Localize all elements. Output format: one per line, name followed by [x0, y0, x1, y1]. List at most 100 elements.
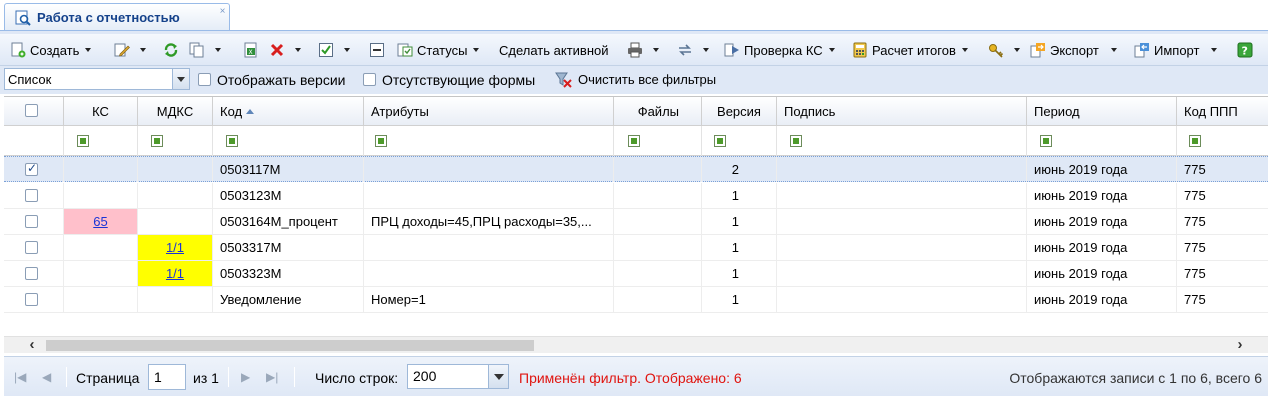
table-row[interactable]: 1/1 0503317М 1 июнь 2019 года 775 [4, 235, 1268, 261]
check-ks-button[interactable]: Проверка КС [724, 40, 835, 60]
help-button[interactable]: ? [1237, 40, 1257, 60]
cell-attributes [364, 235, 614, 260]
table-row[interactable]: 0503123М 1 июнь 2019 года 775 [4, 183, 1268, 209]
export-button[interactable]: Экспорт [1030, 40, 1117, 60]
select-all-checkbox[interactable] [25, 104, 38, 117]
column-header-period[interactable]: Период [1027, 97, 1177, 126]
row-select-cell[interactable] [4, 235, 64, 260]
mdks-link[interactable]: 1/1 [166, 266, 184, 281]
make-active-button[interactable]: Сделать активной [499, 40, 609, 60]
delete-button[interactable] [269, 40, 301, 60]
column-header-attributes[interactable]: Атрибуты [364, 97, 614, 126]
page-label: Страница [76, 370, 140, 386]
tab-reports[interactable]: Работа с отчетностью × [4, 3, 230, 31]
last-page-icon[interactable]: ▶| [266, 370, 280, 384]
select-all-header[interactable] [4, 97, 64, 126]
ks-error-link[interactable]: 65 [93, 214, 107, 229]
cell-mdks: 1/1 [138, 235, 213, 260]
rows-per-page-value: 200 [413, 368, 437, 384]
print-button[interactable] [627, 40, 659, 60]
table-row[interactable]: 1/1 0503323М 1 июнь 2019 года 775 [4, 261, 1268, 287]
import-button[interactable]: Импорт [1134, 40, 1218, 60]
row-checkbox[interactable] [25, 161, 38, 176]
cell-version: 1 [702, 261, 777, 286]
sync-button[interactable] [677, 40, 709, 60]
cell-version: 2 [702, 157, 777, 182]
row-select-cell[interactable] [4, 157, 64, 182]
filter-icon[interactable] [375, 135, 387, 147]
mdks-link[interactable]: 1/1 [166, 240, 184, 255]
row-checkbox[interactable] [25, 215, 38, 228]
grid-body: 0503117М 2 июнь 2019 года 775 0503123М 1… [4, 156, 1268, 336]
filter-icon[interactable] [1040, 135, 1052, 147]
filter-icon[interactable] [628, 135, 640, 147]
column-header-signature[interactable]: Подпись [777, 97, 1027, 126]
row-checkbox[interactable] [25, 189, 38, 202]
first-page-icon[interactable]: |◀ [14, 370, 28, 384]
chevron-down-icon[interactable] [172, 69, 189, 89]
horizontal-scrollbar[interactable]: ‹ › [4, 336, 1268, 353]
prev-page-icon[interactable]: ◀ [42, 370, 56, 384]
create-button[interactable]: Создать [10, 40, 92, 60]
missing-forms-checkbox[interactable] [363, 73, 376, 86]
cell-ppp: 775 [1184, 162, 1206, 177]
filter-cell-version [702, 126, 777, 156]
cell-code: 0503164М_процент [213, 209, 364, 234]
rows-per-page-select[interactable]: 200 [407, 364, 509, 389]
cell-ks: 65 [64, 209, 138, 234]
cell-ks [64, 235, 138, 260]
cell-files [614, 235, 702, 260]
row-checkbox[interactable] [25, 241, 38, 254]
row-select-cell[interactable] [4, 261, 64, 286]
calc-totals-button[interactable]: Расчет итогов [852, 40, 968, 60]
excel-export-button[interactable]: X [243, 40, 263, 60]
filter-icon[interactable] [790, 135, 802, 147]
row-select-cell[interactable] [4, 209, 64, 234]
chevron-down-icon[interactable] [488, 365, 508, 388]
scroll-left-icon[interactable]: ‹ [24, 337, 40, 353]
select-button[interactable] [318, 40, 350, 60]
cell-version: 1 [702, 183, 777, 208]
view-mode-select[interactable]: Список [4, 68, 190, 90]
table-row[interactable]: 65 0503164М_процент ПРЦ доходы=45,ПРЦ ра… [4, 209, 1268, 235]
cell-code: 0503323М [213, 261, 364, 286]
show-versions-checkbox[interactable] [198, 73, 211, 86]
cell-mdks: 1/1 [138, 261, 213, 286]
copy-button[interactable] [189, 40, 221, 60]
scroll-right-icon[interactable]: › [1232, 337, 1248, 353]
separator [294, 367, 295, 387]
row-checkbox[interactable] [25, 293, 38, 306]
clear-filter-icon [555, 72, 572, 88]
column-header-code[interactable]: Код [213, 97, 364, 126]
column-header-files[interactable]: Файлы [614, 97, 702, 126]
row-select-cell[interactable] [4, 183, 64, 208]
page-number-input[interactable]: 1 [148, 364, 186, 390]
keys-button[interactable] [988, 40, 1020, 60]
edit-button[interactable] [114, 40, 146, 60]
clear-filters-label: Очистить все фильтры [578, 72, 717, 87]
column-header-version[interactable]: Версия [702, 97, 777, 126]
row-select-cell[interactable] [4, 287, 64, 312]
filter-icon[interactable] [151, 135, 163, 147]
column-header-ks[interactable]: КС [64, 97, 138, 126]
filter-icon[interactable] [77, 135, 89, 147]
collapse-button[interactable] [369, 40, 389, 60]
close-icon[interactable]: × [217, 7, 228, 18]
cell-period: июнь 2019 года [1027, 287, 1177, 312]
tab-title: Работа с отчетностью [37, 10, 180, 25]
filter-cell-ks [64, 126, 138, 156]
row-checkbox[interactable] [25, 267, 38, 280]
next-page-icon[interactable]: ▶ [241, 370, 255, 384]
filter-icon[interactable] [1189, 135, 1201, 147]
statuses-button[interactable]: Статусы [397, 40, 480, 60]
refresh-button[interactable] [163, 40, 183, 60]
filter-icon[interactable] [714, 135, 726, 147]
scrollbar-thumb[interactable] [46, 340, 534, 351]
table-row[interactable]: Уведомление Номер=1 1 июнь 2019 года 775 [4, 287, 1268, 313]
column-header-mdks[interactable]: МДКС [138, 97, 213, 126]
filter-icon[interactable] [226, 135, 238, 147]
table-row[interactable]: 0503117М 2 июнь 2019 года 775 [4, 156, 1268, 182]
cell-signature [777, 287, 1027, 312]
show-versions-label: Отображать версии [217, 72, 346, 88]
column-header-ppp[interactable]: Код ППП [1177, 97, 1268, 126]
